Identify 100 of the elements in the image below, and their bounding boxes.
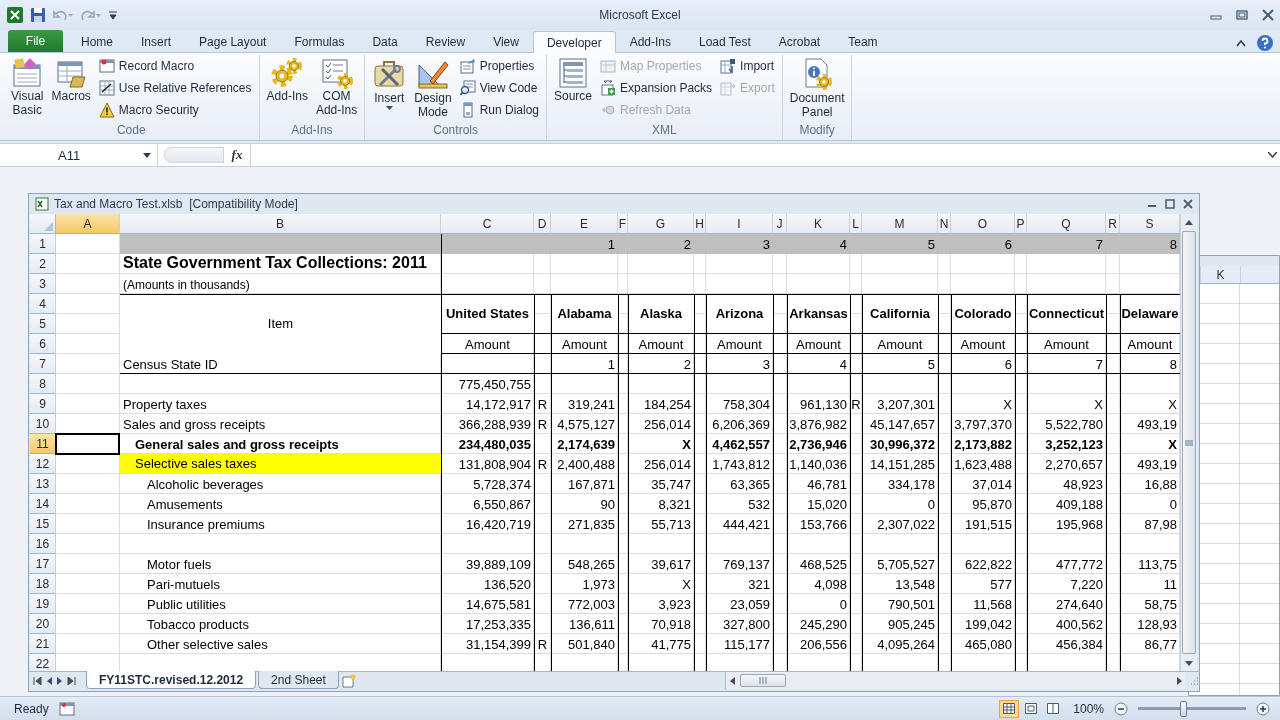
- row-header[interactable]: 19: [30, 594, 56, 614]
- expand-caret-icon[interactable]: [1268, 152, 1277, 158]
- row-header[interactable]: 11: [30, 434, 56, 454]
- ribbon-button[interactable]: Add-Ins: [263, 55, 311, 105]
- customize-caret-icon[interactable]: [108, 9, 118, 21]
- row-header[interactable]: 16: [30, 534, 56, 554]
- scroll-thumb[interactable]: [1182, 231, 1196, 654]
- ribbon-button[interactable]: Source: [551, 55, 596, 105]
- ribbon-button[interactable]: Import: [717, 55, 778, 77]
- row-header[interactable]: 5: [30, 314, 56, 334]
- previous-sheet-icon[interactable]: [45, 676, 53, 685]
- ribbon-tab[interactable]: Load Test: [685, 30, 765, 52]
- ribbon-button[interactable]: Properties: [456, 55, 542, 77]
- row-header[interactable]: 10: [30, 414, 56, 434]
- row-header[interactable]: 22: [30, 654, 56, 671]
- row-header[interactable]: 7: [30, 354, 56, 374]
- row-header[interactable]: 12: [30, 454, 56, 474]
- row-header[interactable]: 3: [30, 274, 56, 294]
- row-header[interactable]: 18: [30, 574, 56, 594]
- restore-icon[interactable]: [1165, 199, 1175, 209]
- zoom-level[interactable]: 100%: [1073, 701, 1104, 716]
- row-header[interactable]: 14: [30, 494, 56, 514]
- spreadsheet-logo-icon[interactable]: [6, 6, 24, 24]
- sheet-tab[interactable]: 2nd Sheet: [258, 671, 339, 689]
- ribbon-button[interactable]: Record Macro: [95, 55, 255, 77]
- close-icon[interactable]: [1183, 199, 1193, 209]
- ribbon-tab[interactable]: Page Layout: [185, 30, 281, 52]
- ribbon-button[interactable]: Macros: [48, 55, 94, 105]
- column-header[interactable]: C: [441, 214, 534, 234]
- vertical-scrollbar[interactable]: [1180, 214, 1197, 671]
- row-header[interactable]: 15: [30, 514, 56, 534]
- ribbon-button[interactable]: Design Mode: [411, 55, 455, 121]
- ribbon-tab[interactable]: Home: [67, 30, 127, 52]
- ribbon-button[interactable]: Expansion Packs: [597, 77, 716, 99]
- active-cell[interactable]: [55, 433, 120, 455]
- last-sheet-icon[interactable]: [67, 676, 76, 685]
- ribbon-button[interactable]: Visual Basic: [8, 55, 47, 119]
- column-header[interactable]: J: [773, 214, 787, 234]
- ribbon-button[interactable]: COM Add-Ins: [312, 55, 361, 119]
- row-header[interactable]: 8: [30, 374, 56, 394]
- column-header[interactable]: K: [787, 214, 850, 234]
- ribbon-button[interactable]: Document Panel: [786, 55, 848, 121]
- next-sheet-icon[interactable]: [56, 676, 64, 685]
- help-icon[interactable]: [1256, 34, 1274, 52]
- row-header[interactable]: 9: [30, 394, 56, 414]
- slider-thumb[interactable]: [1180, 700, 1188, 717]
- file-tab[interactable]: File: [8, 30, 63, 52]
- column-header[interactable]: A: [56, 214, 120, 234]
- name-box[interactable]: A11: [0, 144, 158, 166]
- macro-record-icon[interactable]: [58, 701, 75, 716]
- column-header[interactable]: B: [120, 214, 441, 234]
- first-sheet-icon[interactable]: [33, 676, 42, 685]
- ribbon-tab[interactable]: Add-Ins: [615, 30, 685, 52]
- row-header[interactable]: 4: [30, 294, 56, 314]
- scroll-thumb[interactable]: [740, 674, 786, 687]
- zoom-out-icon[interactable]: [1114, 701, 1128, 716]
- save-icon[interactable]: [30, 7, 46, 23]
- ribbon-tab[interactable]: Developer: [532, 31, 616, 53]
- row-header[interactable]: 17: [30, 554, 56, 574]
- column-header[interactable]: O: [951, 214, 1015, 234]
- ribbon-tab[interactable]: Acrobat: [764, 30, 835, 52]
- insert-function-button[interactable]: fx: [224, 144, 250, 166]
- column-header[interactable]: D: [534, 214, 551, 234]
- close-icon[interactable]: [1262, 9, 1274, 21]
- column-header[interactable]: H: [694, 214, 706, 234]
- ribbon-tab[interactable]: Team: [834, 30, 892, 52]
- ribbon-button[interactable]: Macro Security: [95, 99, 255, 121]
- restore-icon[interactable]: [1236, 9, 1248, 21]
- ribbon-button[interactable]: Use Relative References: [95, 77, 255, 99]
- column-header[interactable]: P: [1015, 214, 1027, 234]
- row-header[interactable]: 20: [30, 614, 56, 634]
- column-header[interactable]: S: [1120, 214, 1180, 234]
- sheet-tab[interactable]: FY11STC.revised.12.2012: [86, 671, 257, 689]
- collapse-caret-icon[interactable]: [1236, 39, 1246, 47]
- column-header[interactable]: G: [628, 214, 694, 234]
- ribbon-tab[interactable]: View: [479, 30, 533, 52]
- ribbon-button[interactable]: Insert: [369, 55, 410, 113]
- row-header[interactable]: 6: [30, 334, 56, 354]
- ribbon-tab[interactable]: Data: [358, 30, 412, 52]
- ribbon-tab[interactable]: Formulas: [280, 30, 359, 52]
- ribbon-tab[interactable]: Review: [411, 30, 480, 52]
- ribbon-button[interactable]: Run Dialog: [456, 99, 542, 121]
- horizontal-scrollbar[interactable]: [725, 672, 1185, 689]
- row-header[interactable]: 21: [30, 634, 56, 654]
- row-header[interactable]: 13: [30, 474, 56, 494]
- column-header[interactable]: I: [706, 214, 773, 234]
- column-header[interactable]: M: [862, 214, 938, 234]
- ribbon-tab[interactable]: Insert: [127, 30, 186, 52]
- row-header[interactable]: 2: [30, 254, 56, 274]
- column-header[interactable]: N: [938, 214, 951, 234]
- row-header[interactable]: 1: [30, 234, 56, 254]
- resize-handle[interactable]: [164, 147, 224, 163]
- column-header[interactable]: E: [551, 214, 618, 234]
- view-button[interactable]: [999, 699, 1020, 718]
- column-header[interactable]: L: [850, 214, 862, 234]
- ribbon-button[interactable]: View Code: [456, 77, 542, 99]
- column-header[interactable]: Q: [1027, 214, 1106, 234]
- column-header[interactable]: R: [1106, 214, 1120, 234]
- zoom-in-icon[interactable]: [1256, 701, 1270, 716]
- formula-input[interactable]: [250, 144, 1280, 166]
